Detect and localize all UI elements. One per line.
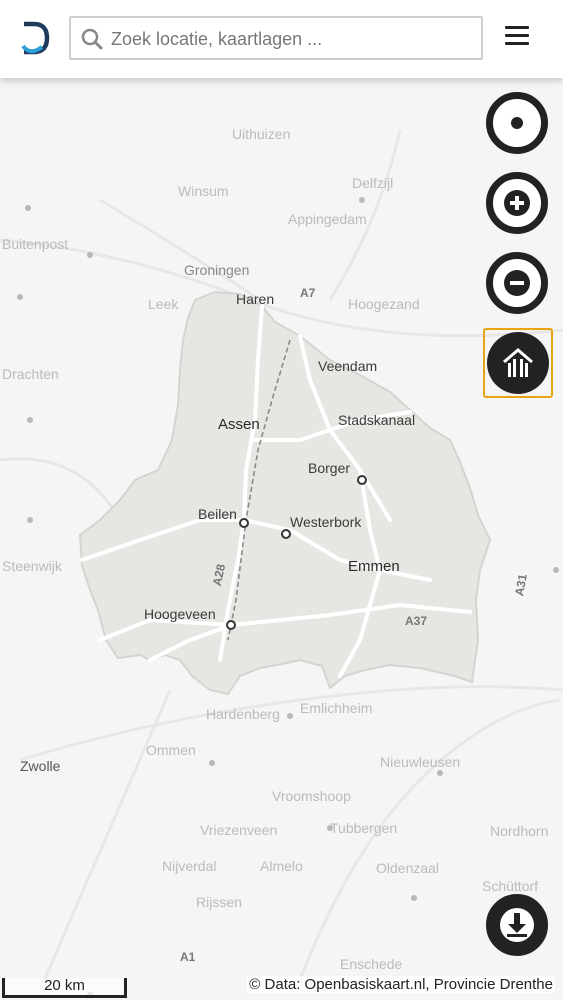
place-label: Buitenpost [2,236,69,252]
place-label: Winsum [178,183,229,199]
place-label: Uithuizen [232,126,291,142]
place-label: Hardenberg [206,706,280,722]
place-label: Drachten [2,366,59,382]
drenthe-logo-icon[interactable] [20,20,52,56]
place-label-borger: Borger [308,460,351,476]
place-label: Schüttorf [482,878,539,894]
place-label-hoogeveen: Hoogeveen [144,606,216,622]
home-extent-highlight [483,328,553,398]
place-label-groningen: Groningen [184,262,250,278]
map-canvas[interactable]: Uithuizen Winsum Delfzijl Appingedam Bui… [0,78,563,1000]
download-icon [500,908,534,942]
place-label: Vroomshoop [272,788,351,804]
place-label: Hoogezand [348,296,420,312]
place-label-emmen: Emmen [348,558,400,575]
place-label: Emlichheim [300,700,373,716]
locate-icon [511,117,523,129]
hamburger-menu-icon[interactable] [505,26,529,48]
zoom-in-icon [504,190,530,216]
zoom-in-button[interactable] [486,172,548,234]
place-label: Ommen [146,742,196,758]
home-extent-button[interactable] [487,332,549,394]
place-label-veendam: Veendam [318,358,378,374]
header-bar [0,0,563,78]
scale-bar: 20 km [2,978,127,998]
place-label: Nieuwleusen [380,754,461,770]
home-extent-icon [503,348,533,377]
place-label-stadskanaal: Stadskanaal [338,412,416,428]
place-label: Vriezenveen [200,822,278,838]
search-box[interactable] [69,16,483,60]
place-label-beilen: Beilen [198,506,237,522]
province-drenthe-area [78,290,492,696]
zoom-out-icon [504,270,530,296]
map-attribution: © Data: Openbasiskaart.nl, Provincie Dre… [247,976,555,993]
place-label: Oldenzaal [376,860,440,876]
place-label: Almelo [260,858,303,874]
road-label: A37 [405,614,428,628]
place-label: Leek [148,296,179,312]
place-label: Tubbergen [330,820,398,836]
place-label: Enschede [340,956,403,972]
place-label: Delfzijl [352,175,394,191]
road-label: A7 [300,286,316,300]
place-label: Nijverdal [162,858,217,874]
download-button[interactable] [486,894,548,956]
place-label-zwolle: Zwolle [20,758,61,774]
search-icon [81,28,103,50]
place-label: Nordhorn [490,823,549,839]
locate-button[interactable] [486,92,548,154]
place-label: Rijssen [196,894,242,910]
search-input[interactable] [109,20,473,58]
place-label-westerbork: Westerbork [290,514,362,530]
zoom-out-button[interactable] [486,252,548,314]
place-label: Appingedam [288,211,367,227]
place-label: Steenwijk [2,558,62,574]
place-label-haren: Haren [236,291,275,307]
road-label: A1 [180,950,196,964]
place-label-assen: Assen [218,416,260,433]
